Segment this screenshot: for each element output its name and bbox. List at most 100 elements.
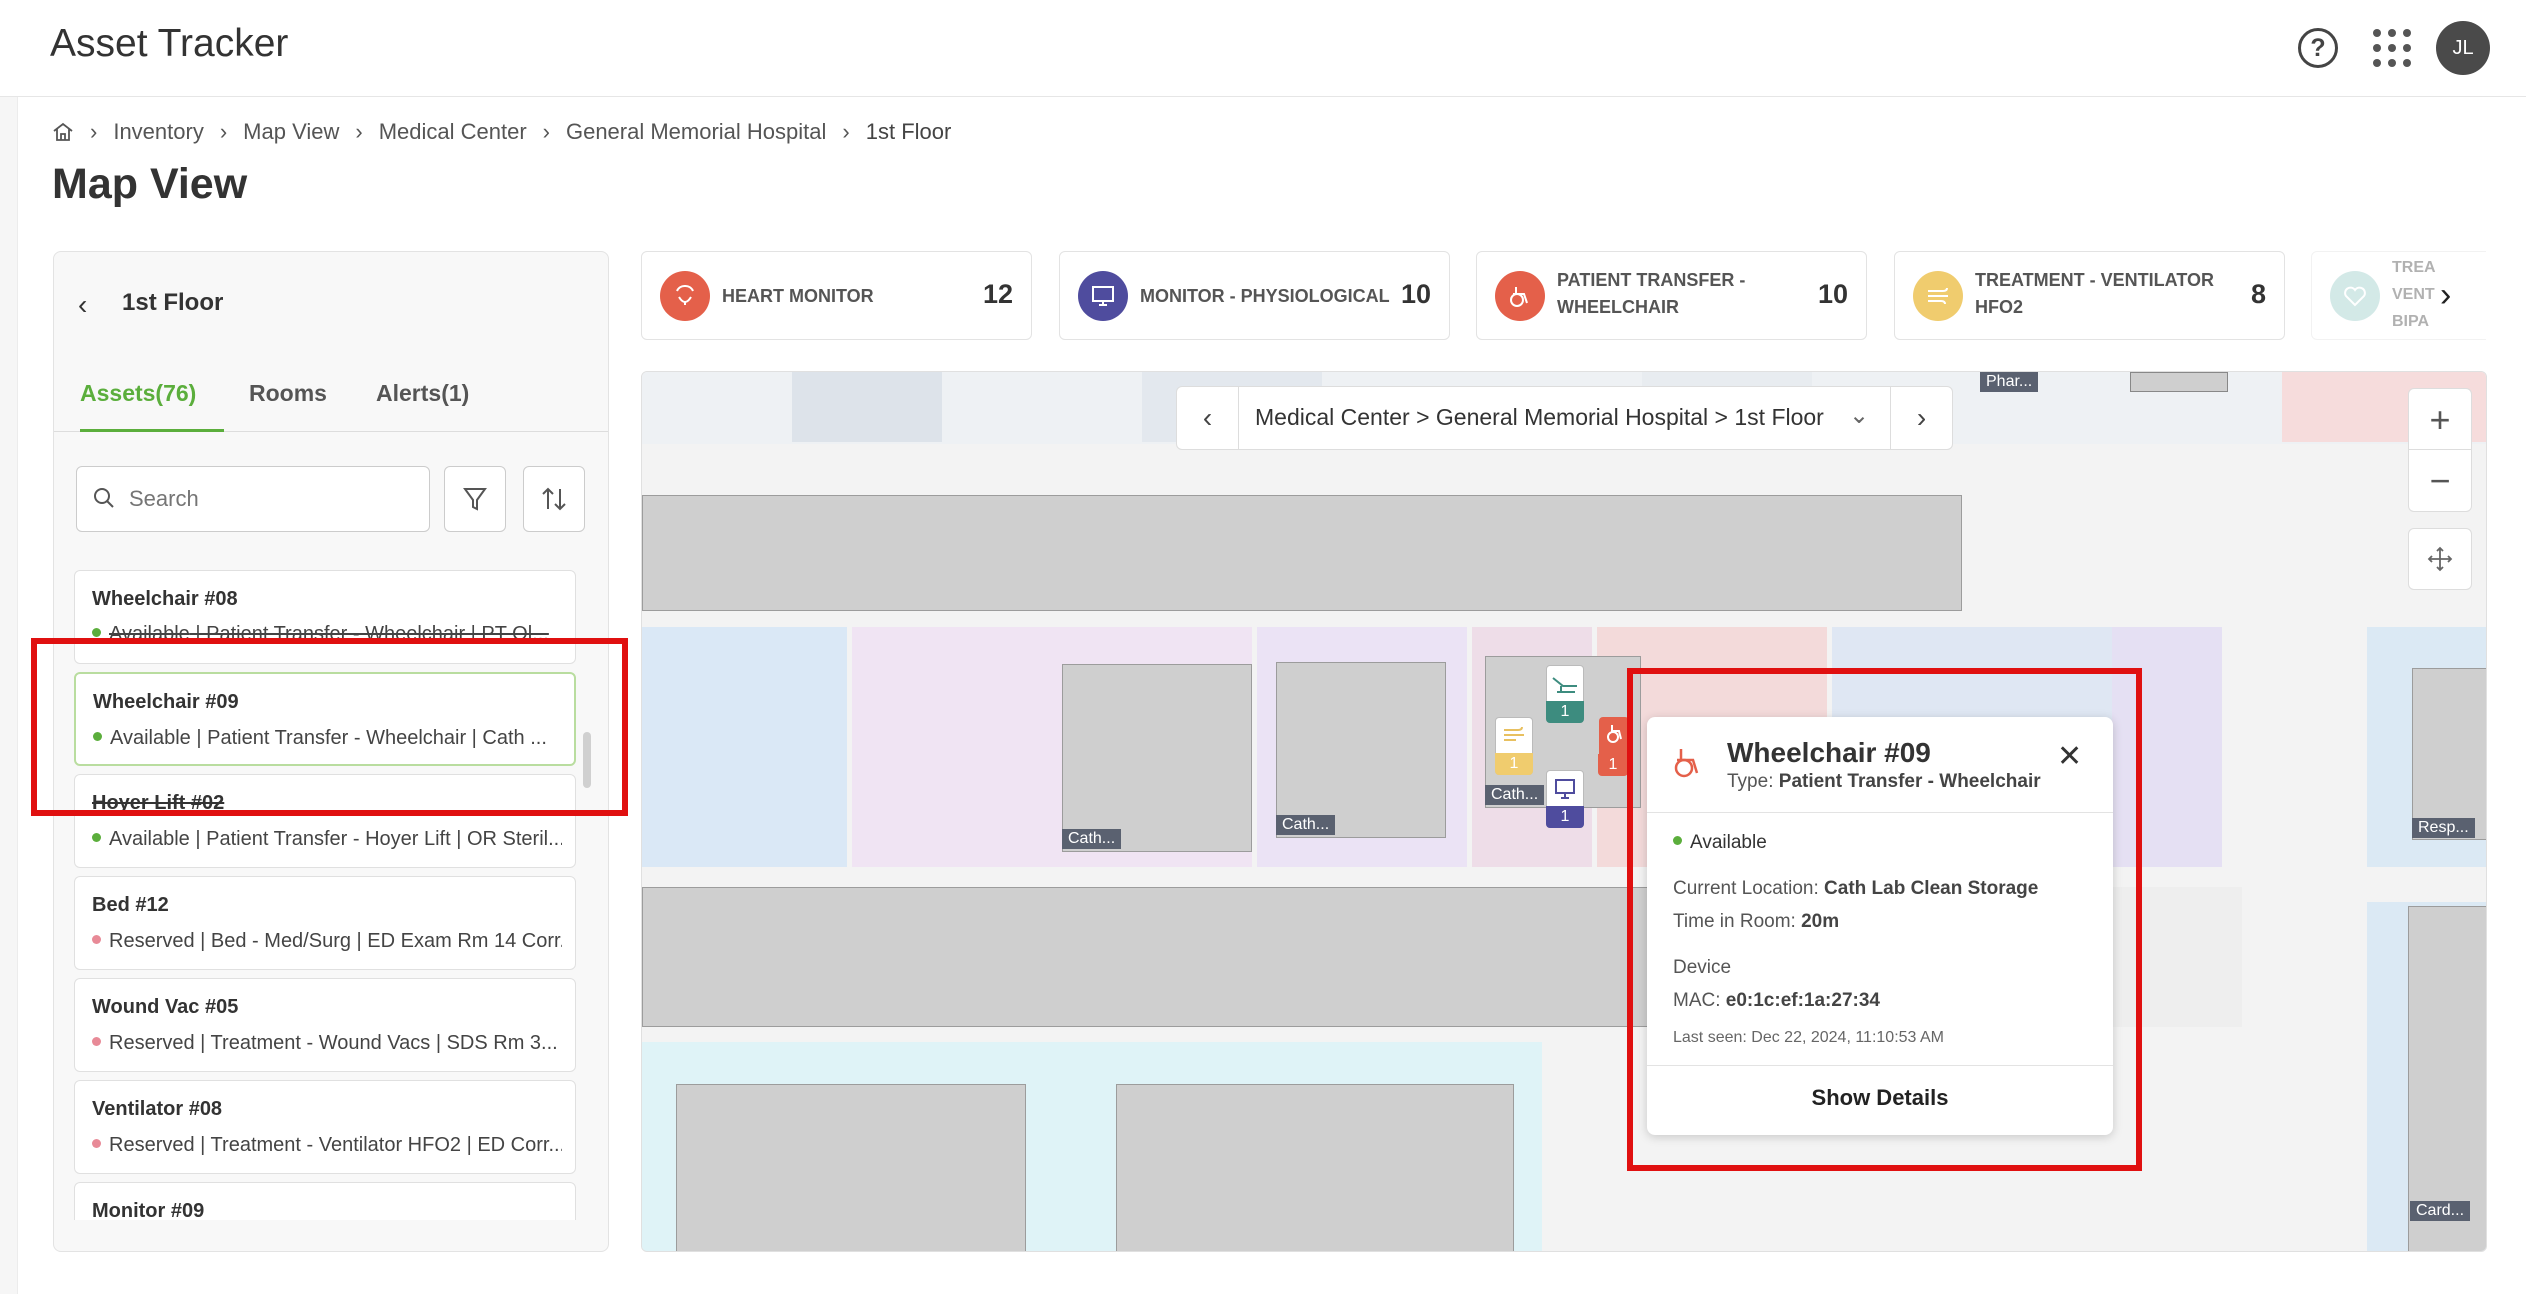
asset-details: Available | Patient Transfer - Hoyer Lif… bbox=[92, 828, 562, 851]
map-room-cath[interactable] bbox=[1276, 662, 1446, 838]
tab-alerts[interactable]: Alerts(1) bbox=[376, 380, 469, 432]
map-pin-transfer[interactable]: 1 bbox=[1546, 665, 1584, 723]
heart-icon bbox=[2330, 271, 2380, 321]
pin-count: 1 bbox=[1495, 753, 1533, 775]
chevron-right-icon: › bbox=[355, 119, 363, 144]
map-room bbox=[676, 1084, 1026, 1251]
pin-count: 1 bbox=[1598, 754, 1628, 776]
card-label: TREA VENT BIPA bbox=[2392, 259, 2436, 330]
asset-details: Reserved | Treatment - Wound Vacs | SDS … bbox=[92, 1032, 562, 1055]
apps-grid-icon[interactable] bbox=[2373, 29, 2411, 67]
status-dot bbox=[92, 1037, 101, 1047]
left-strip bbox=[0, 97, 18, 1294]
heart-monitor-icon bbox=[660, 271, 710, 321]
chevron-left-icon[interactable]: ‹ bbox=[1177, 387, 1239, 449]
status-dot bbox=[92, 1139, 101, 1149]
filter-button[interactable] bbox=[444, 466, 506, 532]
wheelchair-icon bbox=[1495, 271, 1545, 321]
chevron-right-icon: › bbox=[542, 119, 550, 144]
search-box bbox=[76, 466, 430, 532]
asset-details: Reserved | Treatment - Ventilator HFO2 |… bbox=[92, 1134, 562, 1157]
map-room-resp[interactable] bbox=[2412, 668, 2486, 840]
status-dot bbox=[92, 833, 101, 843]
monitor-icon bbox=[1555, 779, 1575, 799]
map-room-cath[interactable] bbox=[1062, 664, 1252, 852]
highlight-box bbox=[1627, 668, 2142, 1171]
chevron-left-icon[interactable]: ‹ bbox=[78, 289, 87, 321]
map-pin-ventilator[interactable]: 1 bbox=[1495, 717, 1533, 775]
status-dot bbox=[92, 935, 101, 945]
chevron-right-icon: › bbox=[842, 119, 850, 144]
panel-header: ‹ 1st Floor bbox=[54, 252, 608, 347]
user-avatar[interactable]: JL bbox=[2436, 21, 2490, 75]
room-label: Phar... bbox=[1980, 372, 2039, 392]
map-room bbox=[2132, 372, 2152, 442]
search-input[interactable] bbox=[129, 481, 419, 517]
category-cards: HEART MONITOR 12 MONITOR - PHYSIOLOGICAL… bbox=[641, 251, 2486, 340]
map-pin-wheelchair[interactable]: 1 bbox=[1598, 717, 1629, 776]
breadcrumb-hospital[interactable]: General Memorial Hospital bbox=[566, 119, 826, 145]
filter-icon bbox=[463, 488, 487, 511]
chevron-right-icon[interactable]: › bbox=[2440, 276, 2451, 315]
zoom-out-button[interactable]: − bbox=[2409, 450, 2471, 511]
ventilator-icon bbox=[1504, 726, 1524, 741]
map-room bbox=[642, 627, 847, 867]
card-count: 8 bbox=[2250, 279, 2266, 309]
asset-name: Wound Vac #05 bbox=[92, 996, 239, 1018]
page-title: Map View bbox=[52, 160, 248, 208]
chevron-right-icon[interactable]: › bbox=[1890, 387, 1952, 449]
list-item[interactable]: Wound Vac #05 Reserved | Treatment - Wou… bbox=[74, 978, 576, 1072]
asset-name: Bed #12 bbox=[92, 894, 169, 916]
pin-count: 1 bbox=[1546, 701, 1584, 723]
move-icon bbox=[2427, 546, 2453, 572]
breadcrumb: › Inventory › Map View › Medical Center … bbox=[52, 116, 951, 148]
card-treatment-ventilator[interactable]: TREATMENT - VENTILATOR HFO2 8 bbox=[1894, 251, 2285, 340]
card-treatment-ventilator-bipap[interactable]: TREA VENT BIPA bbox=[2311, 251, 2486, 340]
stretcher-icon bbox=[1552, 677, 1577, 693]
chevron-down-icon[interactable]: ⌄ bbox=[1849, 401, 1869, 430]
card-label: TREATMENT - VENTILATOR HFO2 bbox=[1975, 270, 2214, 317]
map-location-selector: ‹ Medical Center > General Memorial Hosp… bbox=[1176, 386, 1953, 450]
breadcrumb-medical-center[interactable]: Medical Center bbox=[379, 119, 527, 145]
card-label: MONITOR - PHYSIOLOGICAL bbox=[1140, 286, 1390, 306]
recenter-button[interactable] bbox=[2408, 528, 2472, 590]
card-label: PATIENT TRANSFER - WHEELCHAIR bbox=[1557, 270, 1746, 317]
list-item[interactable]: Bed #12 Reserved | Bed - Med/Surg | ED E… bbox=[74, 876, 576, 970]
map-room bbox=[1116, 1084, 1514, 1251]
tab-assets[interactable]: Assets(76) bbox=[80, 380, 224, 432]
breadcrumb-inventory[interactable]: Inventory bbox=[113, 119, 204, 145]
list-item[interactable]: Ventilator #08 Reserved | Treatment - Ve… bbox=[74, 1080, 576, 1174]
search-icon bbox=[94, 488, 114, 508]
zoom-in-button[interactable]: + bbox=[2409, 389, 2471, 450]
breadcrumb-current: 1st Floor bbox=[865, 119, 952, 144]
sort-button[interactable] bbox=[523, 466, 585, 532]
map-pin-monitor[interactable]: 1 bbox=[1546, 770, 1584, 828]
room-label: Resp... bbox=[2412, 818, 2475, 838]
status-dot bbox=[92, 628, 101, 638]
highlight-box bbox=[31, 638, 628, 816]
card-count: 12 bbox=[982, 279, 1013, 309]
asset-name: Wheelchair #08 bbox=[92, 588, 238, 610]
card-patient-transfer-wheelchair[interactable]: PATIENT TRANSFER - WHEELCHAIR 10 bbox=[1476, 251, 1867, 340]
sort-icon bbox=[542, 487, 566, 511]
corridor-block bbox=[642, 495, 1962, 611]
chevron-right-icon: › bbox=[90, 119, 98, 144]
zoom-controls: + − bbox=[2408, 388, 2472, 512]
floor-map[interactable]: Phar... Cath... Cath... Cath... Resp... … bbox=[641, 371, 2487, 1252]
room-label: Cath... bbox=[1485, 785, 1545, 805]
map-location-path[interactable]: Medical Center > General Memorial Hospit… bbox=[1255, 404, 1824, 431]
asset-details: Reserved | Bed - Med/Surg | ED Exam Rm 1… bbox=[92, 930, 562, 953]
help-icon[interactable]: ? bbox=[2298, 28, 2338, 68]
breadcrumb-map-view[interactable]: Map View bbox=[243, 119, 339, 145]
card-monitor-physiological[interactable]: MONITOR - PHYSIOLOGICAL 10 bbox=[1059, 251, 1450, 340]
app-title: Asset Tracker bbox=[50, 22, 289, 65]
room-label: Card... bbox=[2410, 1201, 2471, 1221]
map-room bbox=[792, 372, 942, 442]
list-item[interactable]: Monitor #09 bbox=[74, 1182, 576, 1220]
tab-rooms[interactable]: Rooms bbox=[249, 380, 327, 432]
top-bar: Asset Tracker ? JL bbox=[0, 0, 2526, 97]
floor-title: 1st Floor bbox=[122, 289, 224, 316]
home-icon[interactable] bbox=[52, 122, 74, 142]
card-count: 10 bbox=[1400, 279, 1431, 309]
card-heart-monitor[interactable]: HEART MONITOR 12 bbox=[641, 251, 1032, 340]
